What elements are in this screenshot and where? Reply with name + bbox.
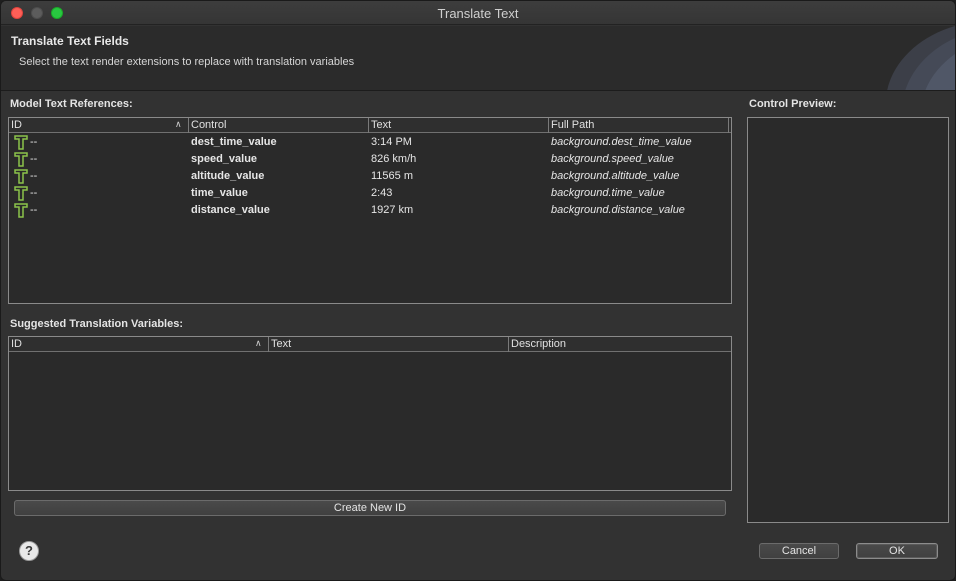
dialog-header: Translate Text Fields Select the text re… [1,26,955,91]
suggested-vars-header: ID ∧ Text Description [9,337,731,352]
table-row[interactable]: -- altitude_value 11565 m background.alt… [9,168,731,185]
header-title: Translate Text Fields [11,34,129,48]
suggested-vars-table[interactable]: ID ∧ Text Description [8,336,732,491]
suggested-vars-label: Suggested Translation Variables: [10,318,183,330]
text-render-icon [14,169,28,184]
help-icon[interactable]: ? [19,541,39,561]
text-render-icon [14,186,28,201]
row-control: time_value [191,187,248,199]
row-text: 2:43 [371,187,393,199]
header-description: Select the text render extensions to rep… [19,56,355,68]
ok-button[interactable]: OK [856,543,938,559]
row-id: -- [30,204,38,216]
row-control: speed_value [191,153,258,165]
title-bar[interactable]: Translate Text [1,1,955,25]
create-new-id-button[interactable]: Create New ID [14,500,726,516]
col-header-full-path[interactable]: Full Path [549,118,729,133]
model-refs-label: Model Text References: [10,98,133,110]
row-control: altitude_value [191,170,265,182]
sort-ascending-icon[interactable]: ∧ [255,338,262,349]
table-row[interactable]: -- dest_time_value 3:14 PM background.de… [9,134,731,151]
row-full-path: background.altitude_value [551,170,680,182]
row-text: 11565 m [371,170,413,182]
row-id: -- [30,153,38,165]
header-banner-graphic [887,26,955,90]
row-full-path: background.dest_time_value [551,136,692,148]
table-row[interactable]: -- speed_value 826 km/h background.speed… [9,151,731,168]
row-full-path: background.time_value [551,187,665,199]
control-preview-pane [747,117,949,523]
row-control: dest_time_value [191,136,277,148]
cancel-button[interactable]: Cancel [759,543,839,559]
translate-text-dialog: Translate Text Translate Text Fields Sel… [0,0,956,581]
row-full-path: background.distance_value [551,204,685,216]
row-full-path: background.speed_value [551,153,674,165]
row-id: -- [30,136,38,148]
col-header-id[interactable]: ID [9,337,269,352]
row-text: 3:14 PM [371,136,412,148]
text-render-icon [14,203,28,218]
row-id: -- [30,170,38,182]
row-id: -- [30,187,38,199]
col-header-description[interactable]: Description [509,337,731,352]
row-control: distance_value [191,204,270,216]
window-title: Translate Text [437,6,519,21]
control-preview-label: Control Preview: [749,98,837,110]
table-row[interactable]: -- distance_value 1927 km background.dis… [9,202,731,219]
model-refs-table[interactable]: ID ∧ Control Text Full Path -- dest_time… [8,117,732,304]
model-refs-header: ID ∧ Control Text Full Path [9,118,731,133]
col-header-text[interactable]: Text [369,118,549,133]
sort-ascending-icon[interactable]: ∧ [175,119,182,130]
text-render-icon [14,152,28,167]
text-render-icon [14,135,28,150]
row-text: 826 km/h [371,153,417,165]
col-header-control[interactable]: Control [189,118,369,133]
col-header-id[interactable]: ID [9,118,189,133]
col-header-text[interactable]: Text [269,337,509,352]
row-text: 1927 km [371,204,414,216]
table-row[interactable]: -- time_value 2:43 background.time_value [9,185,731,202]
